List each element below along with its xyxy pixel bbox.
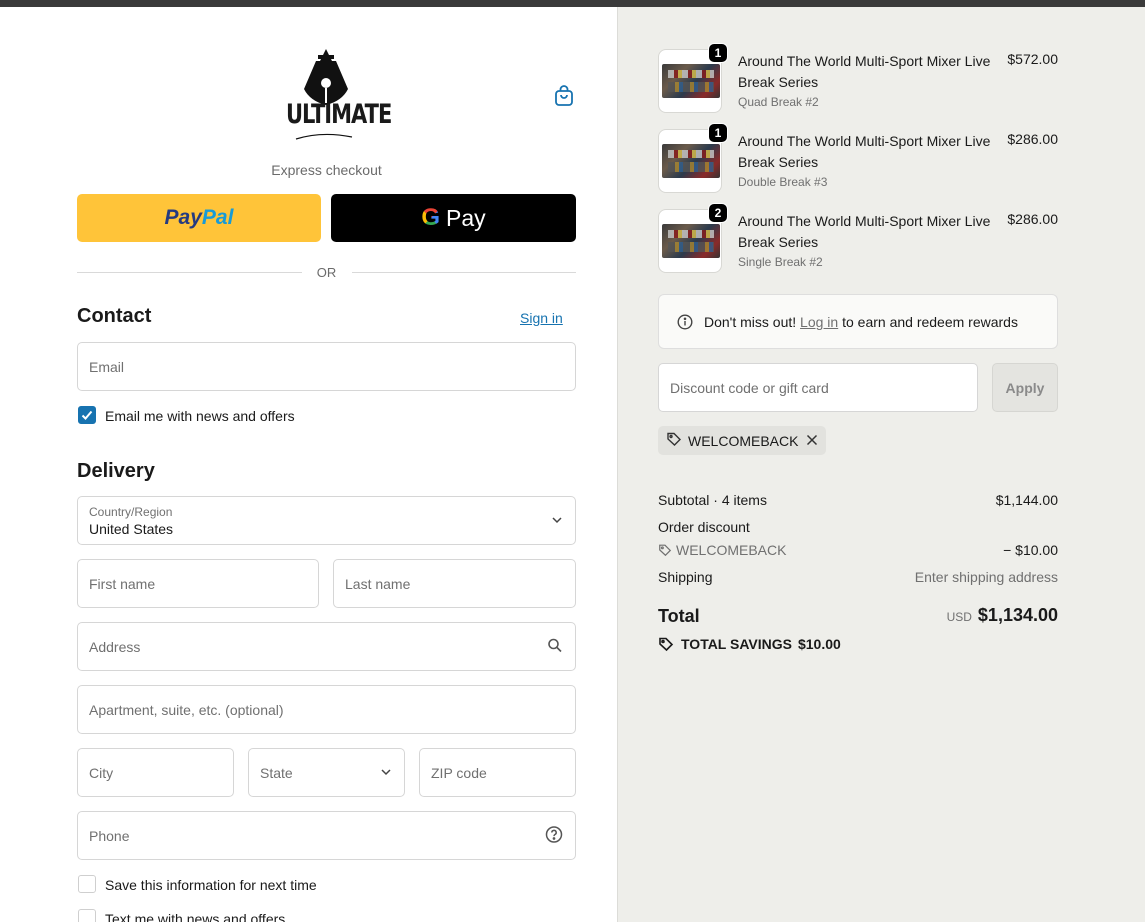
address-field[interactable]: Address bbox=[77, 622, 576, 671]
rewards-banner: Don't miss out! Log in to earn and redee… bbox=[658, 294, 1058, 349]
item-variant: Double Break #3 bbox=[738, 175, 828, 189]
search-icon bbox=[547, 637, 563, 656]
browser-top-bar bbox=[0, 0, 1145, 7]
chevron-down-icon bbox=[551, 513, 563, 529]
discount-code-text: WELCOMEBACK bbox=[676, 542, 787, 558]
total-currency: USD bbox=[946, 610, 972, 624]
divider-line-right bbox=[352, 272, 576, 273]
item-title: Around The World Multi-Sport Mixer Live … bbox=[738, 53, 991, 90]
item-price: $286.00 bbox=[1007, 211, 1058, 227]
subtotal-label: Subtotal · 4 items bbox=[658, 492, 767, 508]
city-placeholder: City bbox=[89, 764, 114, 781]
phone-placeholder: Phone bbox=[89, 827, 130, 844]
express-checkout-label: Express checkout bbox=[271, 162, 382, 178]
news-checkbox-label: Email me with news and offers bbox=[105, 408, 295, 424]
applied-discount-tag: WELCOMEBACK bbox=[658, 426, 827, 455]
phone-field[interactable]: Phone bbox=[77, 811, 576, 860]
item-price: $572.00 bbox=[1007, 51, 1058, 67]
state-select[interactable]: State bbox=[248, 748, 405, 797]
total-value: $1,134.00 bbox=[977, 605, 1058, 625]
google-pay-label: Pay bbox=[446, 204, 486, 231]
info-icon bbox=[677, 314, 693, 333]
quantity-badge: 1 bbox=[708, 43, 728, 63]
text-me-label: Text me with news and offers bbox=[105, 911, 286, 922]
quantity-badge: 2 bbox=[708, 203, 728, 223]
tag-icon bbox=[659, 544, 672, 557]
shopping-bag-icon[interactable] bbox=[552, 84, 576, 108]
paypal-logo-pal: Pal bbox=[201, 206, 234, 229]
country-value: United States bbox=[89, 521, 174, 537]
last-name-placeholder: Last name bbox=[345, 575, 411, 592]
text-me-checkbox[interactable] bbox=[78, 909, 96, 922]
paypal-button[interactable]: Pay Pal bbox=[77, 194, 321, 242]
close-icon[interactable] bbox=[806, 433, 818, 449]
email-placeholder: Email bbox=[89, 358, 125, 375]
cart-item: 1 Around The World Multi-Sport Mixer Liv… bbox=[658, 43, 1058, 113]
chevron-down-icon bbox=[380, 765, 392, 781]
brand-logo[interactable]: ULTIMATE bbox=[282, 47, 392, 147]
state-placeholder: State bbox=[260, 764, 293, 781]
paypal-logo-pay: Pay bbox=[164, 206, 202, 229]
save-info-checkbox[interactable] bbox=[78, 875, 96, 893]
delivery-heading: Delivery bbox=[77, 460, 155, 482]
shipping-row: Shipping Enter shipping address bbox=[658, 569, 1058, 585]
rewards-prefix: Don't miss out! bbox=[704, 314, 797, 330]
zip-placeholder: ZIP code bbox=[431, 764, 487, 781]
question-circle-icon[interactable] bbox=[545, 825, 563, 846]
applied-code: WELCOMEBACK bbox=[688, 432, 799, 449]
city-field[interactable]: City bbox=[77, 748, 234, 797]
cart-item: 1 Around The World Multi-Sport Mixer Liv… bbox=[658, 123, 1058, 193]
item-variant: Quad Break #2 bbox=[738, 95, 819, 109]
country-select[interactable]: Country/Region United States bbox=[77, 496, 576, 545]
cart-item: 2 Around The World Multi-Sport Mixer Liv… bbox=[658, 203, 1058, 273]
zip-field[interactable]: ZIP code bbox=[419, 748, 576, 797]
first-name-placeholder: First name bbox=[89, 575, 156, 592]
item-variant: Single Break #2 bbox=[738, 255, 823, 269]
pen-nib-icon bbox=[295, 49, 353, 140]
last-name-field[interactable]: Last name bbox=[333, 559, 576, 608]
country-label: Country/Region bbox=[89, 505, 173, 519]
order-summary-panel: 1 Around The World Multi-Sport Mixer Liv… bbox=[617, 7, 1145, 922]
subtotal-value: $1,144.00 bbox=[995, 492, 1058, 508]
address-placeholder: Address bbox=[89, 638, 141, 655]
apartment-field[interactable]: Apartment, suite, etc. (optional) bbox=[77, 685, 576, 734]
first-name-field[interactable]: First name bbox=[77, 559, 319, 608]
discount-code-input[interactable]: Discount code or gift card bbox=[658, 363, 978, 412]
shipping-value: Enter shipping address bbox=[914, 569, 1058, 585]
shipping-label: Shipping bbox=[658, 569, 713, 585]
order-discount-row: Order discount bbox=[658, 519, 1058, 535]
apartment-placeholder: Apartment, suite, etc. (optional) bbox=[89, 701, 284, 718]
login-link[interactable]: Log in bbox=[800, 314, 838, 330]
total-savings: TOTAL SAVINGS $10.00 bbox=[658, 636, 841, 652]
discount-code-line: WELCOMEBACK bbox=[658, 542, 786, 558]
checkout-form-panel: ULTIMATE Express checkout Pay Pal G Pay O… bbox=[0, 7, 617, 922]
total-amount-row: USD $1,134.00 bbox=[658, 605, 1058, 626]
tag-icon bbox=[666, 431, 682, 450]
rewards-suffix: to earn and redeem rewards bbox=[842, 314, 1018, 330]
email-field[interactable]: Email bbox=[77, 342, 576, 391]
or-divider: OR bbox=[77, 263, 576, 283]
savings-value: $10.00 bbox=[797, 636, 841, 652]
rewards-text: Don't miss out! Log in to earn and redee… bbox=[704, 314, 1018, 330]
item-title: Around The World Multi-Sport Mixer Live … bbox=[738, 133, 991, 170]
news-checkbox[interactable] bbox=[78, 406, 96, 424]
discount-value: − $10.00 bbox=[1003, 542, 1058, 558]
savings-label: TOTAL SAVINGS bbox=[681, 636, 792, 652]
contact-heading: Contact bbox=[77, 305, 152, 327]
save-info-label: Save this information for next time bbox=[105, 877, 317, 893]
discount-code-row: WELCOMEBACK − $10.00 bbox=[658, 542, 1058, 560]
brand-logo-text: ULTIMATE bbox=[286, 99, 392, 129]
item-title: Around The World Multi-Sport Mixer Live … bbox=[738, 213, 991, 250]
item-price: $286.00 bbox=[1007, 131, 1058, 147]
google-g-icon: G bbox=[421, 204, 441, 231]
checkmark-icon bbox=[81, 410, 93, 420]
google-pay-button[interactable]: G Pay bbox=[331, 194, 576, 242]
discount-placeholder: Discount code or gift card bbox=[670, 379, 829, 396]
tag-icon bbox=[659, 637, 674, 652]
sign-in-link[interactable]: Sign in bbox=[520, 310, 563, 326]
subtotal-row: Subtotal · 4 items $1,144.00 bbox=[658, 492, 1058, 508]
order-discount-label: Order discount bbox=[658, 519, 750, 535]
apply-discount-button[interactable]: Apply bbox=[992, 363, 1058, 412]
quantity-badge: 1 bbox=[708, 123, 728, 143]
